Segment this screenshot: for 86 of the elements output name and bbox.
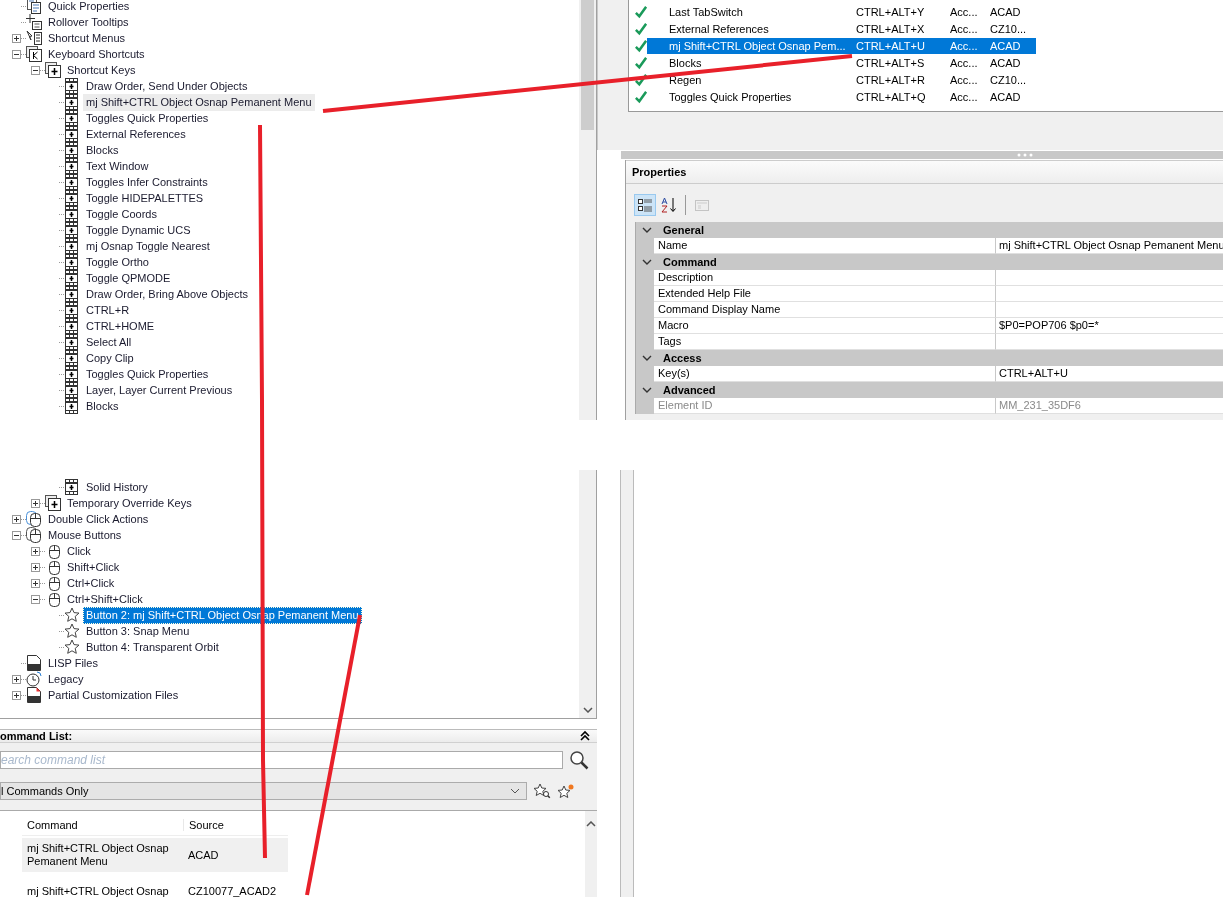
tree-item[interactable]: External References [83, 125, 189, 143]
tree-item[interactable]: Button 3: Snap Menu [83, 622, 193, 640]
category-label: Advanced [663, 384, 716, 396]
command-row[interactable]: mj Shift+CTRL Object Osnap CZ10077_ACAD2 [22, 874, 288, 897]
tree-item[interactable]: Toggles Quick Properties [83, 109, 212, 127]
table-cell-text: CZ10077_ACAD2 [187, 884, 277, 897]
shortcut-row[interactable]: External References CTRL+ALT+X Acc... CZ10... [647, 20, 1036, 37]
tree-item[interactable]: Button 4: Transparent Orbit [83, 638, 222, 656]
table-cell-text: mj Shift+CTRL Object Osnap Pemanent Menu [26, 842, 170, 868]
table-cell-text: ACAD [990, 4, 1022, 19]
table-cell-text: CTRL+ALT+Q [855, 89, 927, 104]
category-label: Command [663, 256, 717, 268]
category-label: General [663, 224, 704, 236]
table-cell-text: ACAD [990, 38, 1022, 53]
table-cell-text: CTRL+ALT+U [855, 38, 926, 53]
tree-item[interactable]: Select All [83, 333, 135, 351]
column-header[interactable]: Source [184, 819, 224, 831]
table-cell-text: Blocks [668, 55, 703, 70]
table-cell-text: Acc... [950, 21, 979, 36]
shortcut-row[interactable]: Regen CTRL+ALT+R Acc... CZ10... [647, 71, 1036, 88]
tree-item[interactable]: Blocks [83, 141, 122, 159]
table-cell-text: Regen [668, 72, 703, 87]
tree-item[interactable]: Copy Clip [83, 349, 137, 367]
table-cell-text: ACAD [990, 55, 1022, 70]
panel-title: ommand List: [0, 730, 73, 742]
category-label: Access [663, 352, 702, 364]
table-cell-text: Acc... [950, 55, 979, 70]
table-cell-text: ACAD [187, 848, 219, 862]
table-cell-text: Acc... [950, 4, 979, 19]
table-cell-text: CZ10... [990, 72, 1028, 87]
table-cell-text: CTRL+ALT+X [855, 21, 926, 36]
tree-item[interactable]: Draw Order, Bring Above Objects [83, 285, 251, 303]
tree-item[interactable]: Keyboard Shortcuts [45, 45, 148, 63]
tree-item[interactable]: Solid History [83, 478, 151, 496]
table-cell-text: CZ10... [990, 21, 1028, 36]
shortcut-row[interactable]: mj Shift+CTRL Object Osnap Pem... CTRL+ALT+U Acc... ACAD [647, 37, 1036, 54]
table-cell-text: Acc... [950, 72, 979, 87]
tree-item[interactable]: Toggle Coords [83, 205, 160, 223]
tree-item[interactable]: Shortcut Keys [64, 61, 139, 79]
table-cell-text: CTRL+ALT+S [855, 55, 926, 70]
tree-item[interactable]: Temporary Override Keys [64, 494, 195, 512]
panel-title: Properties [632, 166, 687, 178]
command-row[interactable]: mj Shift+CTRL Object Osnap Pemanent Menu ACAD [22, 838, 288, 872]
table-cell-text: mj Shift+CTRL Object Osnap [26, 884, 170, 897]
shortcut-row[interactable]: Toggles Quick Properties CTRL+ALT+Q Acc... ACAD [647, 88, 1036, 105]
tree-item[interactable]: Shift+Click [64, 558, 123, 576]
tree-item[interactable]: Blocks [83, 397, 122, 415]
table-cell-text: External References [668, 21, 770, 36]
tree-item[interactable]: Toggle Ortho [83, 253, 152, 271]
tree-item[interactable]: Shortcut Menus [45, 29, 129, 47]
shortcut-row[interactable]: Last TabSwitch CTRL+ALT+Y Acc... ACAD [647, 3, 1036, 20]
tree-item[interactable]: Text Window [83, 157, 152, 175]
table-cell-text: Acc... [950, 89, 979, 104]
tree-item[interactable]: mj Osnap Toggle Nearest [83, 237, 213, 255]
table-cell-text: Acc... [950, 38, 979, 53]
tree-item[interactable]: Ctrl+Shift+Click [64, 590, 146, 608]
tree-item[interactable]: mj Shift+CTRL Object Osnap Pemanent Menu [83, 93, 315, 111]
tree-item[interactable]: Double Click Actions [45, 510, 152, 528]
tree-item[interactable]: Quick Properties [45, 0, 133, 15]
tree-item[interactable]: Toggles Infer Constraints [83, 173, 211, 191]
shortcut-row[interactable]: Blocks CTRL+ALT+S Acc... ACAD [647, 54, 1036, 71]
table-cell-text: CTRL+ALT+Y [855, 4, 926, 19]
table-cell-text: mj Shift+CTRL Object Osnap Pem... [668, 38, 847, 53]
tree-item[interactable]: Partial Customization Files [45, 686, 182, 704]
column-header[interactable]: Command [22, 819, 184, 831]
tree-item[interactable]: Toggles Quick Properties [83, 365, 212, 383]
tree-item[interactable]: CTRL+R [83, 301, 133, 319]
table-cell-text: ACAD [990, 89, 1022, 104]
tree-item[interactable]: Toggle QPMODE [83, 269, 174, 287]
tree-item[interactable]: LISP Files [45, 654, 101, 672]
tree-item[interactable]: Click [64, 542, 94, 560]
property-name: Element ID [654, 398, 996, 414]
tree-item[interactable]: Toggle HIDEPALETTES [83, 189, 207, 207]
search-field[interactable]: earch command list [0, 751, 563, 769]
tree-item[interactable]: Legacy [45, 670, 87, 688]
table-cell-text: Toggles Quick Properties [668, 89, 793, 104]
table-cell-text: Last TabSwitch [668, 4, 744, 19]
tree-item[interactable]: Mouse Buttons [45, 526, 125, 544]
table-cell-text: CTRL+ALT+R [855, 72, 926, 87]
tree-item[interactable]: Ctrl+Click [64, 574, 118, 592]
tree-item[interactable]: Toggle Dynamic UCS [83, 221, 194, 239]
tree-item[interactable]: Rollover Tooltips [45, 13, 132, 31]
tree-item[interactable]: Draw Order, Send Under Objects [83, 77, 251, 95]
tree-item[interactable]: Layer, Layer Current Previous [83, 381, 236, 399]
tree-item[interactable]: CTRL+HOME [83, 317, 158, 335]
filter-dropdown[interactable]: l Commands Only [0, 782, 527, 800]
